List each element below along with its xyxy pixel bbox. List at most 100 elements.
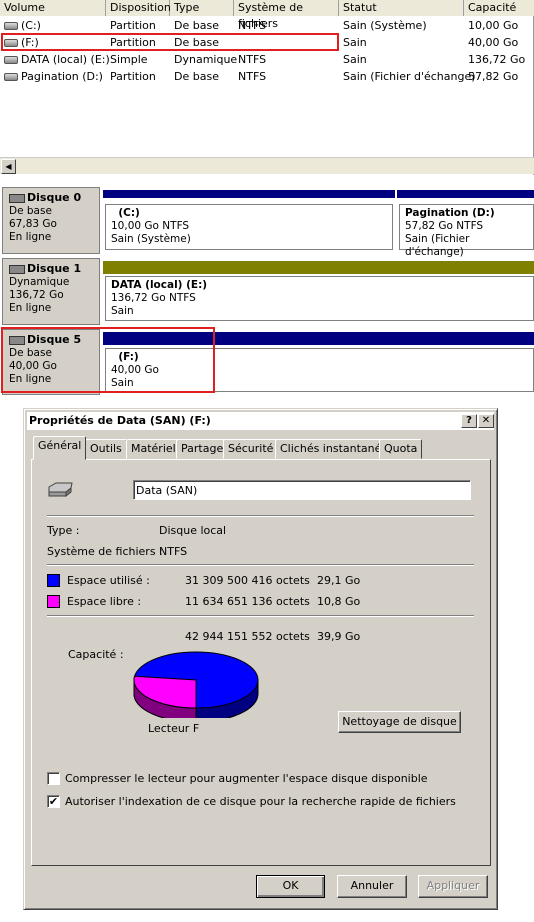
tab-cliches[interactable]: Clichés instantanés <box>275 439 393 459</box>
horizontal-scrollbar[interactable]: ◀ <box>0 157 534 174</box>
cell-type: De base <box>174 36 219 49</box>
table-row[interactable]: Pagination (D:) Partition De base NTFS Sain … <box>0 68 534 85</box>
cell-disposition: Partition <box>110 19 156 32</box>
cell-volume: (F:) <box>0 34 106 51</box>
cell-type: Dynamique <box>174 53 238 66</box>
disk-type: Dynamique <box>9 276 70 288</box>
apply-button[interactable]: Appliquer <box>418 875 488 898</box>
col-status[interactable]: Statut <box>339 0 464 16</box>
type-value: Disque local <box>159 524 227 537</box>
cell-fs <box>234 34 339 51</box>
drive-icon <box>4 22 18 30</box>
capacity-bytes: 42 944 151 552 octets <box>185 630 310 643</box>
scroll-left-icon[interactable]: ◀ <box>1 159 16 174</box>
disk-type: De base <box>9 205 52 217</box>
disk-icon <box>9 264 25 274</box>
cell-status: Sain (Système) <box>343 19 427 32</box>
tab-quota[interactable]: Quota <box>379 439 423 459</box>
free-color-swatch <box>47 595 60 608</box>
used-color-swatch <box>47 574 60 587</box>
highlight-disk-5 <box>1 327 215 393</box>
cell-status: Sain (Fichier d'échange) <box>343 70 476 83</box>
disk-state: En ligne <box>9 231 52 243</box>
partition-bar <box>397 190 534 198</box>
tab-materiel[interactable]: Matériel <box>126 439 181 459</box>
col-type[interactable]: Type <box>170 0 234 16</box>
cell-disposition: Partition <box>110 70 156 83</box>
col-disposition[interactable]: Disposition <box>106 0 171 16</box>
disk-icon <box>9 193 25 203</box>
volume-name: (C:) <box>21 19 41 32</box>
cancel-button[interactable]: Annuler <box>337 875 407 898</box>
disk-0-label[interactable]: Disque 0 De base 67,83 Go En ligne <box>2 187 100 254</box>
volume-name: (F:) <box>21 36 39 49</box>
col-volume[interactable]: Volume <box>0 0 106 16</box>
volume-list: Volume Disposition Type Système de fichi… <box>0 0 534 175</box>
cell-status: Sain <box>343 53 367 66</box>
drive-icon <box>4 39 18 47</box>
indexing-checkbox[interactable]: ✔ <box>47 795 60 808</box>
partition-e[interactable]: DATA (local) (E:) 136,72 Go NTFS Sain <box>105 276 534 321</box>
used-bytes: 31 309 500 416 octets <box>185 574 310 587</box>
cell-capacity: 10,00 Go <box>468 19 519 32</box>
dialog-title: Propriétés de Data (SAN) (F:) <box>29 414 211 427</box>
capacity-go: 39,9 Go <box>317 630 361 643</box>
compress-checkbox[interactable] <box>47 772 60 785</box>
separator <box>47 564 474 566</box>
used-go: 29,1 Go <box>317 574 361 587</box>
drive-icon <box>46 482 74 498</box>
disk-1-label[interactable]: Disque 1 Dynamique 136,72 Go En ligne <box>2 258 100 325</box>
drive-icon <box>4 73 18 81</box>
disk-size: 136,72 Go <box>9 289 64 301</box>
usage-pie-chart <box>133 651 259 718</box>
properties-dialog: Propriétés de Data (SAN) (F:) ? ✕ Généra… <box>23 408 498 910</box>
ok-button[interactable]: OK <box>256 875 325 898</box>
free-label: Espace libre : <box>67 595 142 608</box>
cell-status: Sain <box>343 36 367 49</box>
general-panel: Type : Disque local Système de fichiers … <box>31 459 491 866</box>
col-filesystem[interactable]: Système de fichiers <box>234 0 339 30</box>
tab-outils[interactable]: Outils <box>85 439 127 459</box>
tab-securite[interactable]: Sécurité <box>223 439 279 459</box>
drive-icon <box>4 56 18 64</box>
volume-name: DATA (local) (E:) <box>21 53 110 66</box>
table-row[interactable]: DATA (local) (E:) Simple Dynamique NTFS Sain… <box>0 51 534 68</box>
partition-bar <box>103 190 395 198</box>
dialog-titlebar[interactable]: Propriétés de Data (SAN) (F:) ? ✕ <box>27 412 494 430</box>
help-icon[interactable]: ? <box>461 414 477 428</box>
used-label: Espace utilisé : <box>67 574 150 587</box>
filesystem-value: NTFS <box>159 545 188 558</box>
free-go: 10,8 Go <box>317 595 361 608</box>
tab-partage[interactable]: Partage <box>176 439 229 459</box>
drive-label: Lecteur F <box>148 722 200 735</box>
col-capacity[interactable]: Capacité <box>464 0 534 16</box>
cell-capacity: 136,72 Go <box>468 53 526 66</box>
disk-cleanup-button[interactable]: Nettoyage de disque <box>338 711 461 733</box>
type-label: Type : <box>47 524 80 537</box>
disk-name: Disque 1 <box>27 262 82 275</box>
disk-state: En ligne <box>9 302 52 314</box>
filesystem-label: Système de fichiers : <box>47 545 163 558</box>
partition-c[interactable]: (C:) 10,00 Go NTFS Sain (Système) <box>105 204 393 250</box>
cell-capacity: 40,00 Go <box>468 36 519 49</box>
close-icon[interactable]: ✕ <box>478 414 494 428</box>
disk-size: 67,83 Go <box>9 218 57 230</box>
cell-volume: Pagination (D:) <box>0 68 106 85</box>
dynamic-volume-bar <box>103 261 534 274</box>
tab-general[interactable]: Général <box>33 436 87 460</box>
volume-name: Pagination (D:) <box>21 70 103 83</box>
separator <box>47 615 474 617</box>
free-bytes: 11 634 651 136 octets <box>185 595 310 608</box>
table-row[interactable]: (C:) Partition De base NTFS Sain (Système) 10… <box>0 17 534 34</box>
cell-volume: (C:) <box>0 17 106 34</box>
partition-d[interactable]: Pagination (D:) 57,82 Go NTFS Sain (Fich… <box>399 204 534 258</box>
volume-name-input[interactable] <box>133 480 471 500</box>
cell-fs: NTFS <box>238 19 267 32</box>
cell-disposition: Partition <box>110 36 156 49</box>
disk-map: Disque 0 De base 67,83 Go En ligne (C:) … <box>0 184 534 399</box>
cell-fs: NTFS <box>238 53 267 66</box>
indexing-label: Autoriser l'indexation de ce disque pour… <box>65 795 456 808</box>
table-row[interactable]: (F:) Partition De base Sain 40,00 Go <box>0 34 534 51</box>
cell-fs: NTFS <box>238 70 267 83</box>
compress-label: Compresser le lecteur pour augmenter l'e… <box>65 772 428 785</box>
